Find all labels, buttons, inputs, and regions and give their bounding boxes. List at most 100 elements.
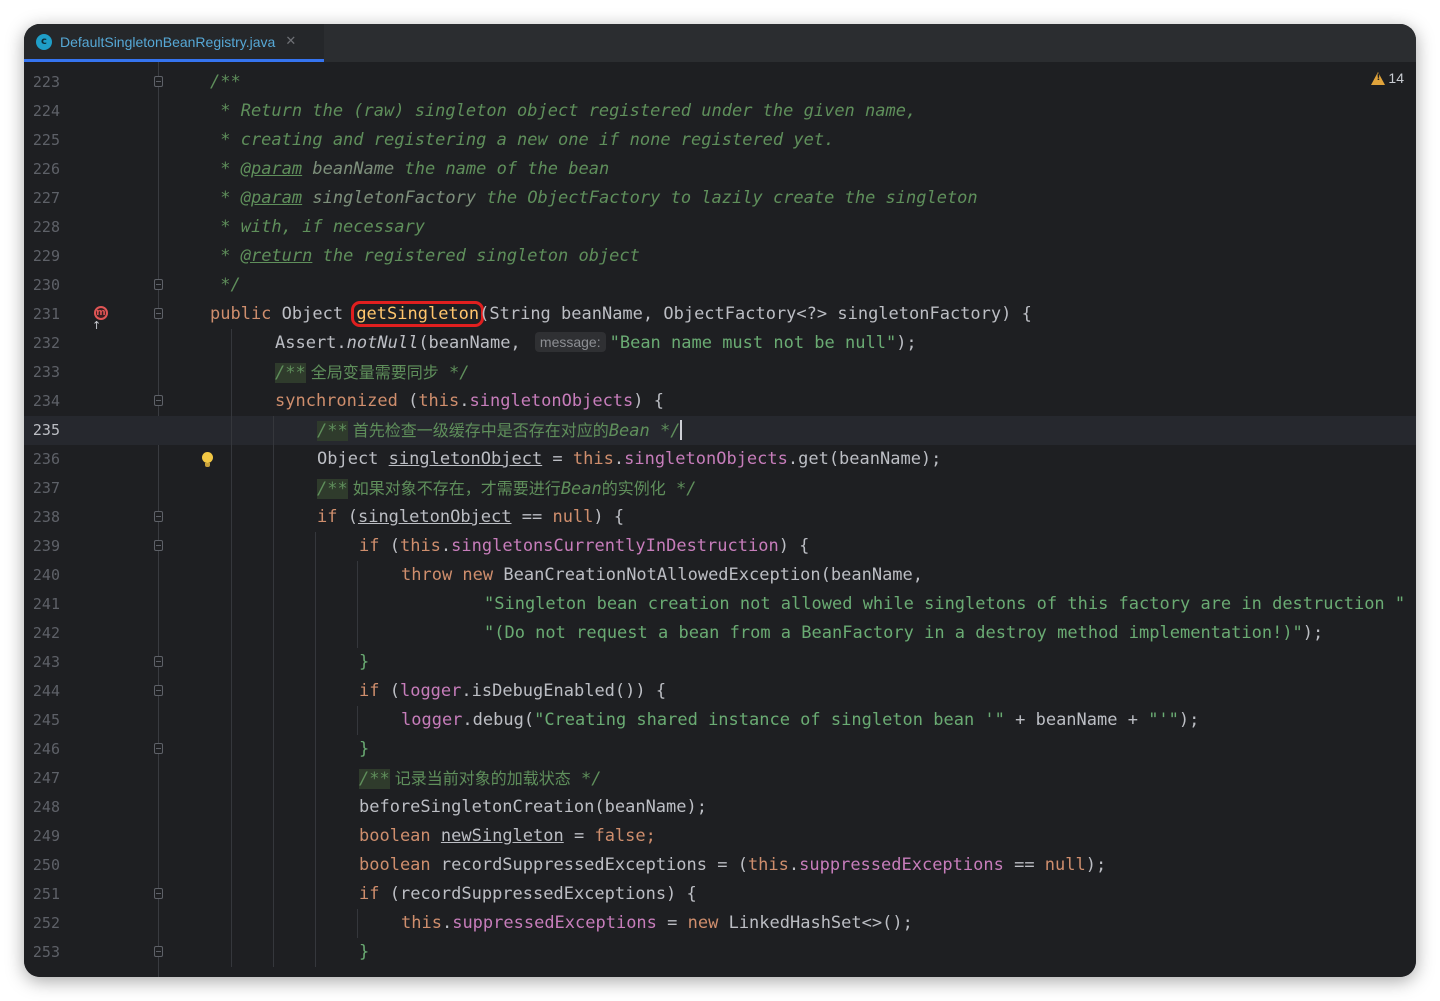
code-line: 253 }	[24, 938, 1416, 967]
fold-icon[interactable]	[154, 685, 163, 696]
line-number: 230	[32, 276, 60, 294]
code-line: 232 Assert.notNull(beanName, message: "Be…	[24, 329, 1416, 358]
code-line: 227 * @param singletonFactory the Object…	[24, 184, 1416, 213]
code-line: 228 * with, if necessary	[24, 213, 1416, 242]
indent-guide	[231, 474, 232, 503]
line-number: 238	[32, 508, 60, 526]
code-text: */	[210, 275, 241, 295]
code-line: 224 * Return the (raw) singleton object …	[24, 97, 1416, 126]
line-number: 248	[32, 798, 60, 816]
fold-icon[interactable]	[154, 395, 163, 406]
code-text: "(Do not request a bean from a BeanFacto…	[484, 623, 1324, 643]
tab-defaultsingletonbeanregistry[interactable]: c DefaultSingletonBeanRegistry.java ✕	[24, 24, 324, 62]
indent-guide	[273, 445, 274, 474]
code-line: 252 this.suppressedExceptions = new Link…	[24, 909, 1416, 938]
code-line: 237 /** 如果对象不存在，才需要进行Bean的实例化 */	[24, 474, 1416, 503]
indent-guide	[231, 416, 232, 445]
indent-guide	[231, 358, 232, 387]
code-text: if (logger.isDebugEnabled()) {	[359, 681, 667, 701]
lightbulb-icon[interactable]	[202, 452, 213, 467]
fold-icon[interactable]	[154, 279, 163, 290]
code-text: * @param singletonFactory the ObjectFact…	[210, 188, 978, 208]
line-number: 253	[32, 943, 60, 961]
code-text: /** 首先检查一级缓存中是否存在对应的Bean */	[317, 420, 683, 441]
fold-icon[interactable]	[154, 511, 163, 522]
line-number: 229	[32, 247, 60, 265]
code-line: 240 throw new BeanCreationNotAllowedExce…	[24, 561, 1416, 590]
indent-guide	[231, 445, 232, 474]
code-text: "Singleton bean creation not allowed whi…	[484, 594, 1416, 614]
fold-icon[interactable]	[154, 76, 163, 87]
code-text: boolean newSingleton = false;	[359, 826, 656, 846]
line-number: 249	[32, 827, 60, 845]
code-line: 225 * creating and registering a new one…	[24, 126, 1416, 155]
code-text: }	[359, 652, 370, 672]
line-number: 234	[32, 392, 60, 410]
code-text: }	[359, 739, 370, 759]
code-text: throw new BeanCreationNotAllowedExceptio…	[401, 565, 924, 585]
code-line: 246 }	[24, 735, 1416, 764]
java-class-icon: c	[36, 33, 52, 50]
line-number: 233	[32, 363, 60, 381]
line-number: 232	[32, 334, 60, 352]
line-number: 223	[32, 73, 60, 91]
code-line: 229 * @return the registered singleton o…	[24, 242, 1416, 271]
close-icon[interactable]: ✕	[285, 34, 296, 49]
line-number: 237	[32, 479, 60, 497]
line-number: 252	[32, 914, 60, 932]
indent-guide	[231, 503, 232, 532]
code-line: 241 "Singleton bean creation not allowed…	[24, 590, 1416, 619]
ide-window: c DefaultSingletonBeanRegistry.java ✕ 14…	[24, 24, 1416, 977]
line-number: 224	[32, 102, 60, 120]
code-line: 223 /**	[24, 68, 1416, 97]
fold-icon[interactable]	[154, 540, 163, 551]
line-number: 241	[32, 595, 60, 613]
code-line: 248 beforeSingletonCreation(beanName);	[24, 793, 1416, 822]
code-line: 247 /** 记录当前对象的加载状态 */	[24, 764, 1416, 793]
code-line: 234 synchronized (this.singletonObjects)…	[24, 387, 1416, 416]
code-text: * creating and registering a new one if …	[210, 130, 835, 150]
code-line: 245 logger.debug("Creating shared instan…	[24, 706, 1416, 735]
line-number: 226	[32, 160, 60, 178]
code-text: Object singletonObject = this.singletonO…	[317, 449, 942, 469]
fold-icon[interactable]	[154, 656, 163, 667]
code-line: 238 if (singletonObject == null) {	[24, 503, 1416, 532]
code-line: 249 boolean newSingleton = false;	[24, 822, 1416, 851]
code-editor[interactable]: 14 223 /** 224 * Return the (raw) single…	[24, 62, 1416, 977]
line-number: 231	[32, 305, 60, 323]
code-text: if (singletonObject == null) {	[317, 507, 625, 527]
indent-guide	[231, 329, 232, 358]
line-number: 240	[32, 566, 60, 584]
code-line: 226 * @param beanName the name of the be…	[24, 155, 1416, 184]
indent-guide	[273, 503, 274, 532]
fold-icon[interactable]	[154, 308, 163, 319]
code-text: /**	[210, 72, 241, 92]
code-text: public Object getSingleton(String beanNa…	[210, 300, 1032, 329]
line-number: 246	[32, 740, 60, 758]
override-method-icon[interactable]: m	[94, 306, 108, 320]
indent-guide	[231, 387, 232, 416]
line-number: 244	[32, 682, 60, 700]
code-line: 243 }	[24, 648, 1416, 677]
code-text: Assert.notNull(beanName, message: "Bean n…	[275, 332, 917, 353]
code-line: 230 */	[24, 271, 1416, 300]
code-text: /** 全局变量需要同步 */	[275, 363, 470, 383]
editor-tab-bar: c DefaultSingletonBeanRegistry.java ✕	[24, 24, 1416, 63]
code-text: beforeSingletonCreation(beanName);	[359, 797, 707, 817]
fold-icon[interactable]	[154, 888, 163, 899]
code-text: boolean recordSuppressedExceptions = (th…	[359, 855, 1107, 875]
code-text: * with, if necessary	[210, 217, 425, 237]
code-text: }	[359, 942, 370, 962]
line-number: 247	[32, 769, 60, 787]
line-number: 225	[32, 131, 60, 149]
line-number: 235	[32, 421, 60, 439]
line-number: 245	[32, 711, 60, 729]
code-line: 251 if (recordSuppressedExceptions) {	[24, 880, 1416, 909]
code-line: 250 boolean recordSuppressedExceptions =…	[24, 851, 1416, 880]
code-text: * Return the (raw) singleton object regi…	[210, 101, 917, 121]
code-text: * @return the registered singleton objec…	[210, 246, 640, 266]
line-number: 227	[32, 189, 60, 207]
fold-icon[interactable]	[154, 743, 163, 754]
code-text: logger.debug("Creating shared instance o…	[401, 710, 1200, 730]
fold-icon[interactable]	[154, 946, 163, 957]
